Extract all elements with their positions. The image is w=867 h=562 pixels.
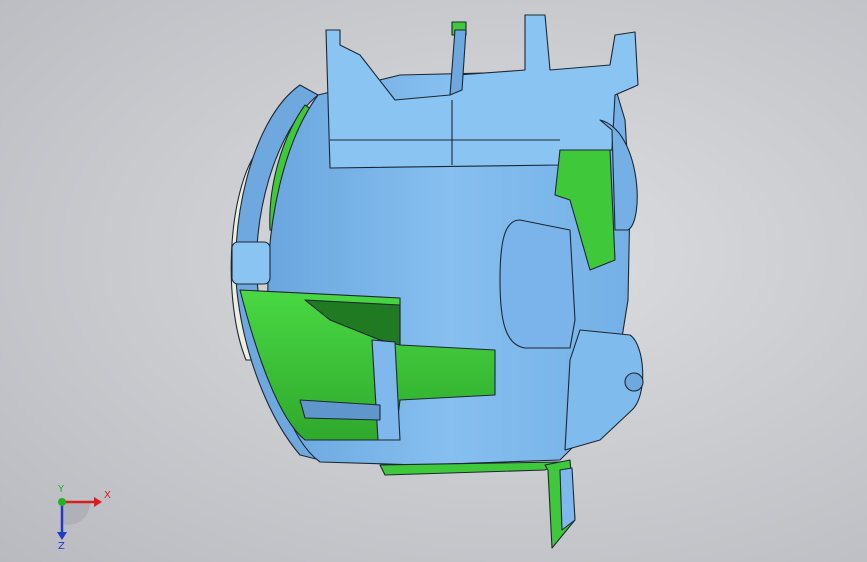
- bottom-foot-rib: [559, 467, 576, 531]
- rear-port-boss: [499, 219, 576, 349]
- triad-x-arrow: [94, 497, 102, 507]
- left-side-clip: [231, 241, 271, 285]
- triad-shadow: [62, 502, 91, 525]
- triad-y-axis-dot: [58, 498, 66, 506]
- triad-z-label: Z: [58, 541, 65, 550]
- rear-bolt-head: [624, 372, 644, 392]
- triad-x-label: X: [104, 490, 111, 501]
- motor-housing-model[interactable]: [230, 14, 644, 549]
- triad-z-arrow: [57, 532, 67, 540]
- top-bracket: [325, 14, 639, 169]
- triad-y-label: Y: [57, 484, 65, 495]
- cad-viewport[interactable]: [0, 0, 867, 562]
- coordinate-triad: X Y Z: [57, 484, 111, 550]
